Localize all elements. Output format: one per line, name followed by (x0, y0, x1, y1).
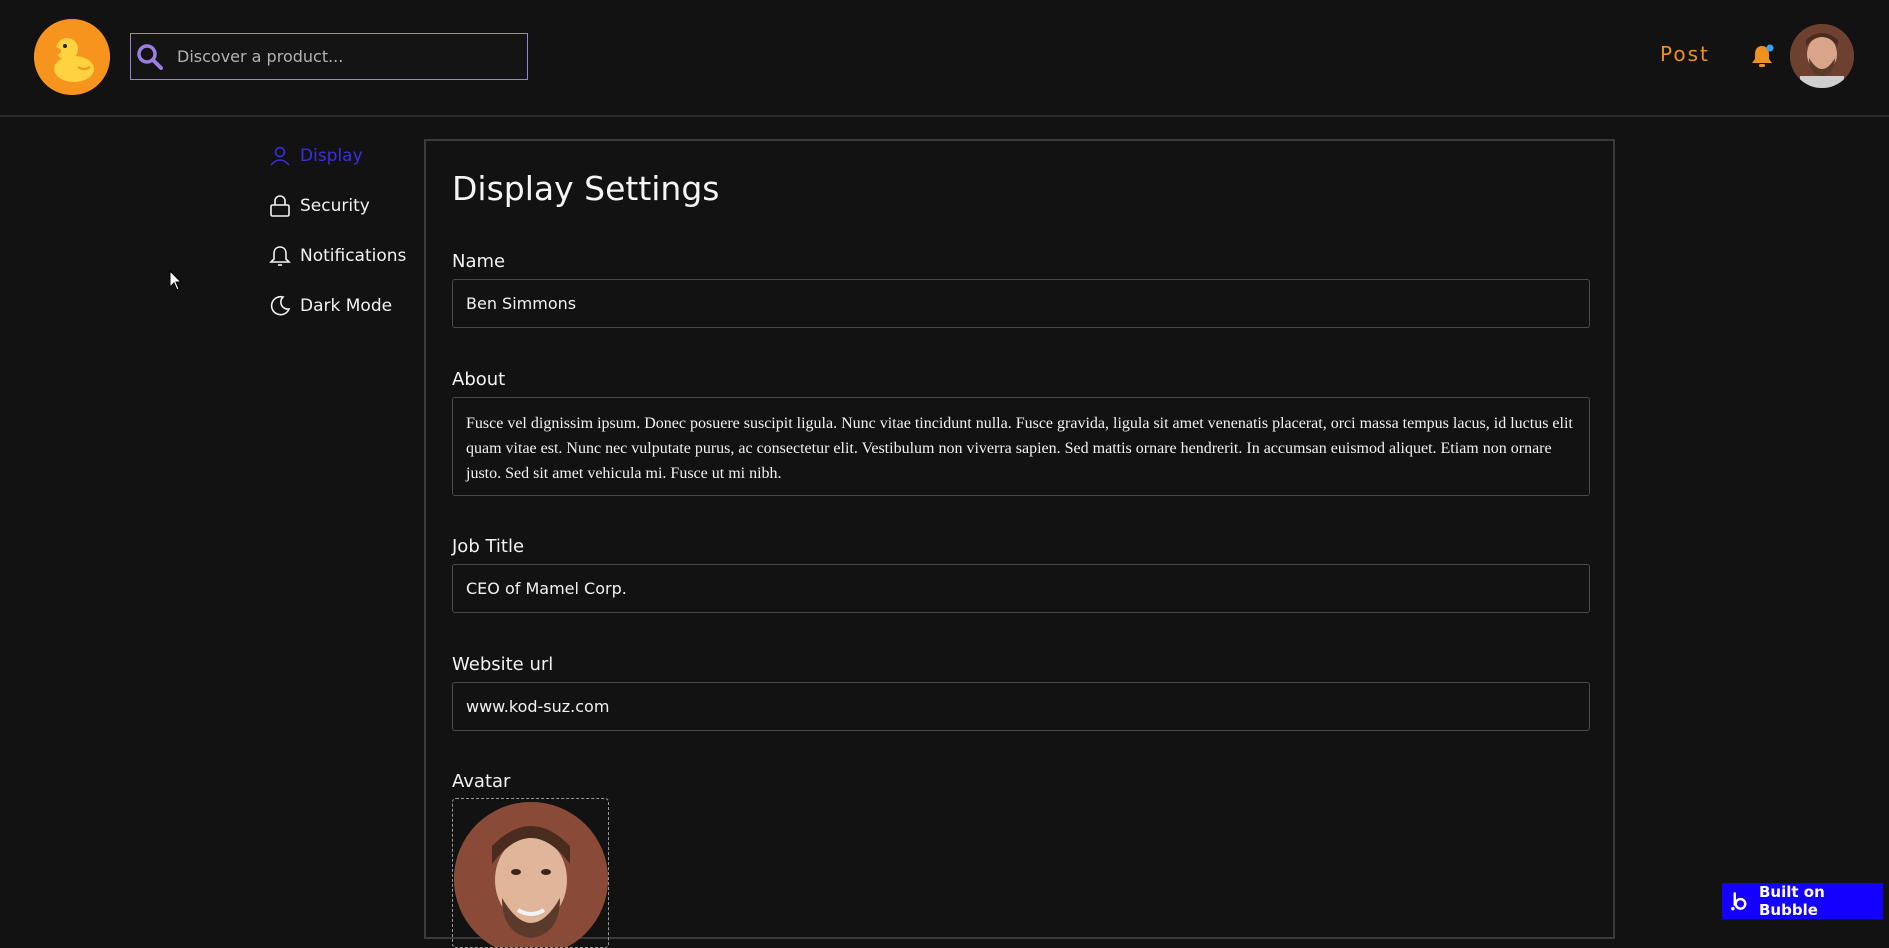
sidebar-item-notifications[interactable]: Notifications (268, 240, 418, 272)
website-label: Website url (452, 654, 554, 675)
bell-icon (269, 246, 291, 266)
about-field[interactable]: Fusce vel dignissim ipsum. Donec posuere… (452, 397, 1590, 496)
name-label: Name (452, 251, 506, 272)
avatar-uploader[interactable] (452, 798, 609, 948)
sidebar-item-label: Notifications (300, 246, 407, 266)
user-photo (1790, 24, 1854, 88)
top-header: Post (0, 0, 1889, 117)
search-icon (137, 44, 163, 70)
built-on-bubble-badge[interactable]: Built on Bubble (1722, 883, 1883, 919)
avatar-preview (454, 802, 608, 947)
post-link[interactable]: Post (1660, 42, 1710, 66)
about-label: About (452, 369, 506, 390)
lock-icon (270, 195, 290, 217)
moon-icon (270, 295, 291, 316)
badge-label: Built on Bubble (1759, 883, 1825, 919)
job-title-field[interactable] (452, 564, 1590, 613)
sidebar-item-label: Display (300, 146, 363, 166)
sidebar-item-display[interactable]: Display (268, 140, 418, 172)
page-title: Display Settings (452, 169, 720, 208)
user-icon (270, 146, 290, 166)
website-field[interactable] (452, 682, 1590, 731)
duck-logo[interactable] (34, 19, 110, 95)
notification-bell-icon[interactable] (1748, 42, 1776, 70)
search-bar[interactable] (130, 33, 528, 80)
sidebar-item-dark-mode[interactable]: Dark Mode (268, 290, 418, 322)
avatar-photo (454, 802, 608, 947)
avatar-label: Avatar (452, 771, 511, 792)
display-settings-panel: Display Settings Name About Fusce vel di… (424, 139, 1615, 948)
sidebar-item-label: Security (300, 196, 370, 216)
duck-icon (34, 19, 110, 95)
name-field[interactable] (452, 279, 1590, 328)
settings-sidebar: Display Security Notifications Dark Mode (268, 140, 418, 340)
job-title-label: Job Title (452, 536, 525, 557)
mouse-cursor-icon (169, 270, 183, 291)
sidebar-item-security[interactable]: Security (268, 190, 418, 222)
sidebar-item-label: Dark Mode (300, 296, 393, 316)
search-input[interactable] (177, 34, 517, 79)
bubble-logo-icon (1731, 892, 1747, 911)
user-avatar[interactable] (1790, 24, 1854, 88)
